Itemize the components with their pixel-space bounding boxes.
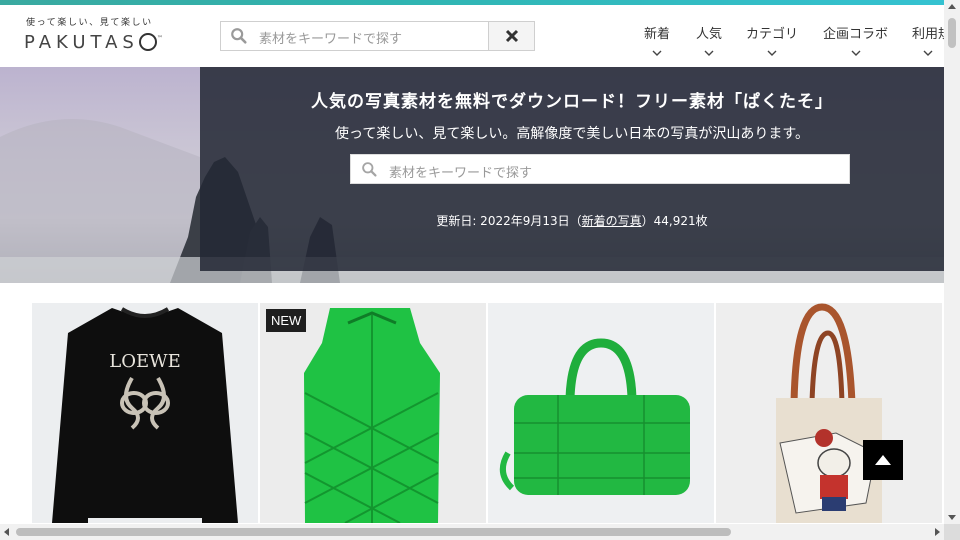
main-nav: 新着 人気 カテゴリ 企画コラボ 利用規 [628, 23, 944, 65]
close-icon [505, 29, 518, 43]
nav-item-popular[interactable]: 人気 [696, 23, 722, 58]
product-card[interactable] [488, 303, 714, 523]
product-print-text: LOEWE [109, 351, 181, 372]
hero-search-input[interactable]: 素材をキーワードで探す [389, 162, 532, 181]
hero-banner: 人気の写真素材を無料でダウンロード！フリー素材「ぱくたそ」 使って楽しい、見て楽… [0, 67, 944, 283]
scroll-left-arrow-icon[interactable] [4, 528, 9, 536]
nav-item-terms[interactable]: 利用規 [912, 23, 944, 58]
product-carousel: LOEWE NEW [30, 303, 944, 523]
chevron-down-icon [704, 50, 714, 56]
chevron-down-icon [652, 50, 662, 56]
scroll-up-arrow-icon[interactable] [948, 4, 956, 9]
header-search-box[interactable]: 素材をキーワードで探す [220, 21, 535, 51]
scroll-right-arrow-icon[interactable] [935, 528, 940, 536]
scroll-to-top-button[interactable] [863, 440, 903, 480]
embroidered-tote-bag-image [716, 303, 942, 523]
green-woven-bag-image [488, 303, 714, 523]
scrollbar-corner [944, 524, 960, 540]
product-card[interactable]: NEW [260, 303, 486, 523]
horizontal-scroll-thumb[interactable] [16, 528, 731, 536]
logo-o-ring [138, 33, 157, 51]
caret-up-icon [875, 455, 891, 465]
horizontal-scrollbar[interactable] [0, 524, 944, 540]
search-icon [231, 28, 247, 44]
site-header: 使って楽しい、見て楽しい PAKUTAS ™ 素材をキーワードで探す 新着 人気 … [0, 5, 944, 67]
chevron-down-icon [851, 50, 860, 56]
new-photos-link[interactable]: 新着の写真 [582, 214, 642, 228]
hero-subtitle: 使って楽しい、見て楽しい。高解像度で美しい日本の写真が沢山あります。 [335, 126, 809, 142]
nav-item-category[interactable]: カテゴリ [746, 23, 798, 58]
hero-title: 人気の写真素材を無料でダウンロード！フリー素材「ぱくたそ」 [311, 92, 833, 112]
nav-item-collab[interactable]: 企画コラボ [823, 23, 888, 58]
update-info: 更新日: 2022年9月13日（新着の写真）44,921枚 [436, 214, 708, 228]
product-card[interactable] [716, 303, 942, 523]
logo-wordmark: PAKUTAS ™ [24, 32, 163, 53]
header-search-input[interactable]: 素材をキーワードで探す [259, 28, 402, 47]
vertical-scroll-thumb[interactable] [948, 18, 956, 48]
green-puffer-vest-image [260, 303, 486, 523]
nav-item-new[interactable]: 新着 [644, 23, 670, 58]
hero-search-box[interactable]: 素材をキーワードで探す [350, 154, 850, 184]
black-sweatshirt-image: LOEWE [32, 303, 258, 523]
logo-tagline: 使って楽しい、見て楽しい [26, 18, 153, 28]
scroll-down-arrow-icon[interactable] [948, 515, 956, 520]
chevron-down-icon [767, 50, 777, 56]
site-logo[interactable]: 使って楽しい、見て楽しい PAKUTAS ™ [24, 15, 184, 59]
search-icon [362, 162, 377, 177]
product-card[interactable]: LOEWE [32, 303, 258, 523]
chevron-down-icon [923, 50, 933, 56]
vertical-scrollbar[interactable] [944, 0, 960, 524]
clear-search-button[interactable] [488, 22, 534, 50]
new-badge: NEW [266, 309, 307, 332]
